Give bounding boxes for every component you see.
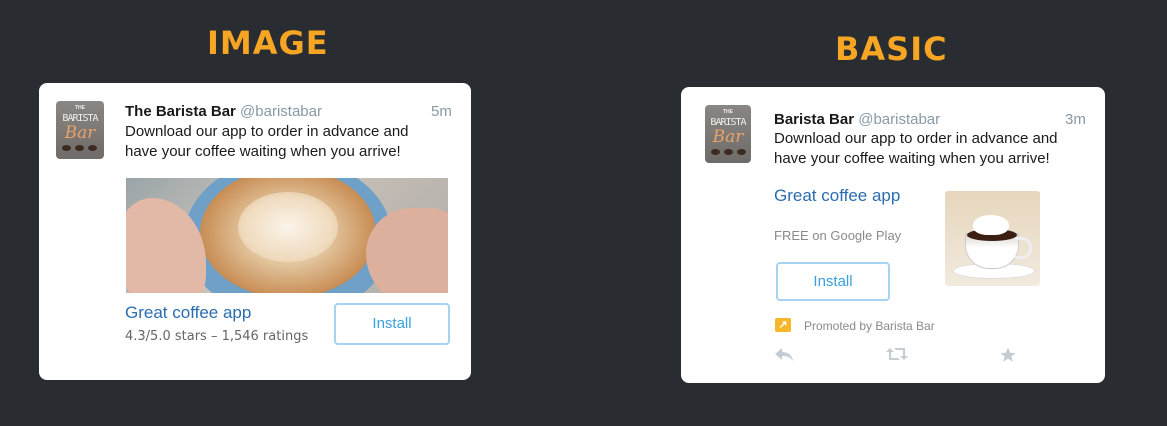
tweet-text: Download our app to order in advance and… [125, 122, 409, 162]
heading-image: IMAGE [207, 24, 329, 62]
tweet-text-line2: have your coffee waiting when you arrive… [125, 143, 401, 160]
install-button[interactable]: Install [776, 262, 890, 301]
star-icon[interactable] [999, 346, 1017, 369]
whipped-cream [973, 215, 1009, 235]
tweet-header: The Barista Bar @baristabar [125, 103, 322, 120]
coffee-beans-icon [711, 147, 747, 157]
tweet-header: Barista Bar @baristabar [774, 111, 940, 128]
avatar-bar-text: Bar [712, 127, 744, 147]
display-name[interactable]: Barista Bar [774, 111, 854, 128]
timestamp[interactable]: 3m [1065, 111, 1086, 128]
avatar[interactable]: THE BARISTA Bar [705, 105, 751, 163]
app-ratings: 4.3/5.0 stars – 1,546 ratings [125, 329, 309, 344]
cup-handle [1015, 237, 1032, 259]
handle[interactable]: @baristabar [240, 103, 322, 120]
install-button[interactable]: Install [334, 303, 450, 345]
avatar-the-text: THE [75, 105, 85, 111]
reply-icon[interactable] [774, 346, 794, 367]
avatar-bar-text: Bar [64, 123, 96, 143]
heading-basic: BASIC [835, 30, 948, 68]
app-price: FREE on Google Play [774, 228, 902, 243]
promoted-label[interactable]: Promoted by Barista Bar [804, 319, 935, 333]
tweet-text-line1: Download our app to order in advance and [125, 123, 409, 140]
espresso-photo[interactable] [945, 191, 1040, 286]
latte-photo[interactable] [126, 178, 448, 293]
tweet-text-line2: have your coffee waiting when you arrive… [774, 150, 1050, 167]
promoted-arrow-icon: ↗ [775, 318, 791, 332]
basic-tweet-card[interactable]: THE BARISTA Bar Barista Bar @baristabar … [681, 87, 1105, 383]
display-name[interactable]: The Barista Bar [125, 103, 236, 120]
tweet-text-line1: Download our app to order in advance and [774, 130, 1058, 147]
app-title-link[interactable]: Great coffee app [774, 186, 900, 206]
avatar-the-text: THE [723, 109, 733, 115]
right-hand [366, 208, 448, 293]
image-tweet-card[interactable]: THE BARISTA Bar The Barista Bar @barista… [39, 83, 471, 380]
avatar[interactable]: THE BARISTA Bar [56, 101, 104, 159]
retweet-icon[interactable] [886, 346, 908, 367]
timestamp[interactable]: 5m [431, 103, 452, 120]
latte-art [238, 192, 338, 262]
coffee-beans-icon [62, 143, 98, 153]
app-title-link[interactable]: Great coffee app [125, 303, 251, 323]
tweet-text: Download our app to order in advance and… [774, 129, 1058, 169]
handle[interactable]: @baristabar [858, 111, 940, 128]
